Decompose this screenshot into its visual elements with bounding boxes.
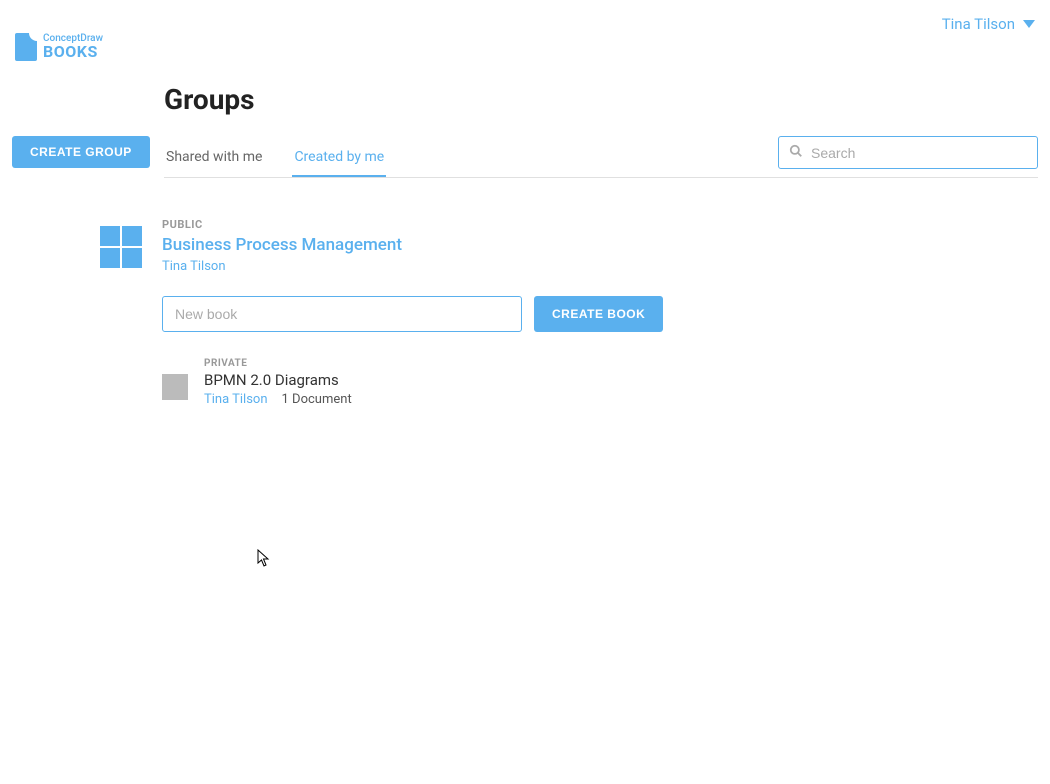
chevron-down-icon xyxy=(1023,20,1035,28)
book-visibility: PRIVATE xyxy=(204,358,1038,369)
search-icon xyxy=(789,143,803,162)
new-book-input[interactable] xyxy=(162,296,522,332)
tab-shared-with-me[interactable]: Shared with me xyxy=(164,139,264,177)
user-menu[interactable]: Tina Tilson xyxy=(942,15,1035,33)
group-icon xyxy=(100,226,142,268)
group-visibility: PUBLIC xyxy=(162,218,1038,231)
cursor-icon xyxy=(257,549,271,567)
logo[interactable]: ConceptDraw BOOKS xyxy=(15,33,103,61)
search-input[interactable] xyxy=(811,145,1027,161)
group-section: PUBLIC Business Process Management Tina … xyxy=(164,218,1038,407)
book-owner[interactable]: Tina Tilson xyxy=(204,392,268,407)
search-box[interactable] xyxy=(778,136,1038,169)
group-title[interactable]: Business Process Management xyxy=(162,235,1038,255)
group-owner[interactable]: Tina Tilson xyxy=(162,259,1038,274)
user-name: Tina Tilson xyxy=(942,15,1015,33)
logo-icon xyxy=(15,33,37,61)
tab-created-by-me[interactable]: Created by me xyxy=(292,139,386,177)
main-content: Groups Shared with me Created by me xyxy=(150,61,1050,407)
logo-text: ConceptDraw BOOKS xyxy=(43,34,103,60)
book-icon xyxy=(162,374,188,400)
book-title[interactable]: BPMN 2.0 Diagrams xyxy=(204,371,1038,389)
book-item: PRIVATE BPMN 2.0 Diagrams Tina Tilson 1 … xyxy=(162,358,1038,407)
create-group-button[interactable]: CREATE GROUP xyxy=(12,136,150,168)
create-book-button[interactable]: CREATE BOOK xyxy=(534,296,663,332)
book-doc-count: 1 Document xyxy=(282,392,352,407)
page-title: Groups xyxy=(164,83,1038,116)
tabs: Shared with me Created by me xyxy=(164,138,386,176)
logo-line2: BOOKS xyxy=(43,44,103,60)
